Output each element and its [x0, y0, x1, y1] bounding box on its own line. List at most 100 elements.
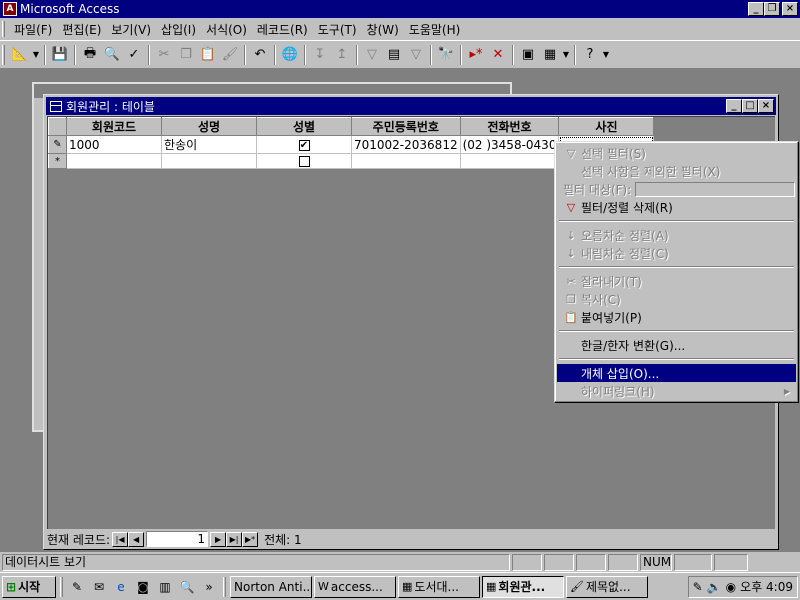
menu-edit[interactable]: 편집(E): [57, 21, 106, 38]
view-dropdown-icon[interactable]: ▼: [31, 44, 41, 66]
filter-by-selection-icon[interactable]: ▽: [361, 44, 383, 66]
menu-hyperlink[interactable]: 하이퍼링크(H) ▶: [557, 382, 796, 400]
minimize-button[interactable]: _: [748, 2, 764, 16]
find-icon[interactable]: 🔭: [435, 44, 457, 66]
task-norton[interactable]: Norton Anti...: [230, 575, 312, 598]
network-icon[interactable]: ◉: [726, 580, 736, 594]
menu-sort-ascending[interactable]: ↓ 오름차순 정렬(A): [557, 226, 796, 244]
new-object-icon[interactable]: ▦: [539, 44, 561, 66]
select-all-corner[interactable]: [48, 117, 67, 136]
insert-hyperlink-icon[interactable]: 🌐: [279, 44, 301, 66]
quicklaunch-more-icon[interactable]: »: [199, 577, 219, 597]
record-selector[interactable]: ✎: [48, 135, 67, 154]
menu-hangul-hanja-convert[interactable]: 한글/한자 변환(G)...: [557, 336, 796, 354]
table-close-button[interactable]: ×: [758, 99, 774, 113]
pen-icon[interactable]: ✎: [693, 580, 703, 594]
cell-gender[interactable]: [256, 153, 352, 169]
cell-phone[interactable]: (02 )3458-0430: [460, 135, 560, 154]
menu-insert-object[interactable]: 개체 삽입(O)...: [557, 364, 796, 382]
cut-toolbar-icon[interactable]: ✂: [153, 44, 175, 66]
delete-record-icon[interactable]: ✕: [487, 44, 509, 66]
task-book-table[interactable]: ▦ 도서대...: [398, 575, 480, 598]
view-design-icon[interactable]: 📐: [9, 44, 31, 66]
column-header[interactable]: 회원코드: [66, 117, 162, 136]
database-window-icon[interactable]: ▣: [517, 44, 539, 66]
volume-icon[interactable]: 🔈: [707, 580, 722, 594]
gender-checkbox[interactable]: [298, 156, 310, 167]
format-painter-icon[interactable]: 🖌: [219, 44, 241, 66]
quicklaunch-app-icon[interactable]: ◙: [133, 577, 153, 597]
menu-records[interactable]: 레코드(R): [252, 21, 313, 38]
apply-filter-icon[interactable]: ▽: [405, 44, 427, 66]
cell-ssn[interactable]: [351, 153, 461, 169]
quicklaunch-outlook-icon[interactable]: ✉: [89, 577, 109, 597]
menu-filter-by-selection[interactable]: ▽ 선택 필터(S): [557, 144, 796, 162]
column-header[interactable]: 전화번호: [459, 117, 560, 136]
cell-phone[interactable]: [460, 153, 560, 169]
office-assistant-icon[interactable]: ?: [579, 44, 601, 66]
menu-help[interactable]: 도움말(H): [404, 21, 466, 38]
undo-icon[interactable]: ↶: [249, 44, 271, 66]
menu-window[interactable]: 창(W): [362, 21, 404, 38]
quicklaunch-explorer-icon[interactable]: ▥: [155, 577, 175, 597]
sort-descending-toolbar-icon[interactable]: ↥: [331, 44, 353, 66]
close-button[interactable]: ×: [782, 2, 798, 16]
print-preview-icon[interactable]: 🔍: [101, 44, 123, 66]
task-access-doc[interactable]: Waccess...: [314, 575, 396, 598]
current-record-input[interactable]: 1: [146, 531, 209, 547]
menu-insert[interactable]: 삽입(I): [156, 21, 201, 38]
quicklaunch-edit-icon[interactable]: ✎: [67, 577, 87, 597]
menu-format[interactable]: 서식(O): [201, 21, 252, 38]
cell-gender[interactable]: ✔: [256, 135, 352, 154]
toolbar-grip[interactable]: [2, 44, 5, 65]
quicklaunch-ie-icon[interactable]: e: [111, 577, 131, 597]
access-app-icon[interactable]: A: [3, 2, 17, 16]
column-header[interactable]: 주민등록번호: [351, 117, 461, 136]
assistant-dropdown-icon[interactable]: ▼: [601, 44, 611, 66]
new-record-nav-button[interactable]: ▶*: [242, 531, 259, 547]
new-record-icon[interactable]: ▸*: [465, 44, 487, 66]
menu-copy[interactable]: ❐ 복사(C): [557, 290, 796, 308]
menu-view[interactable]: 보기(V): [106, 21, 156, 38]
menu-tools[interactable]: 도구(T): [313, 21, 362, 38]
menu-filter-for[interactable]: 필터 대상(F):: [557, 180, 796, 198]
menu-paste[interactable]: 📋 붙여넣기(P): [557, 308, 796, 326]
copy-toolbar-icon[interactable]: ❐: [175, 44, 197, 66]
cell-code[interactable]: 1000: [66, 135, 162, 154]
first-record-button[interactable]: |◀: [112, 531, 129, 547]
paste-toolbar-icon[interactable]: 📋: [197, 44, 219, 66]
next-record-button[interactable]: ▶: [210, 531, 227, 547]
menu-sort-descending[interactable]: ↓ 내림차순 정렬(C): [557, 244, 796, 262]
cell-code[interactable]: [66, 153, 162, 169]
menu-remove-filter-sort[interactable]: ▽ 필터/정렬 삭제(R): [557, 198, 796, 216]
table-maximize-button[interactable]: □: [742, 99, 758, 113]
column-header[interactable]: 사진: [558, 117, 655, 136]
table-minimize-button[interactable]: _: [726, 99, 742, 113]
restore-button[interactable]: ❐: [764, 2, 780, 16]
last-record-button[interactable]: ▶|: [226, 531, 243, 547]
menu-file[interactable]: 파일(F): [9, 21, 57, 38]
save-icon[interactable]: 💾: [49, 44, 71, 66]
clock[interactable]: 오후 4:09: [740, 578, 793, 595]
new-record-selector[interactable]: *: [48, 153, 67, 169]
gender-checkbox[interactable]: ✔: [298, 139, 310, 151]
menubar-grip[interactable]: [2, 21, 5, 37]
menu-cut[interactable]: ✂ 잘라내기(T): [557, 272, 796, 290]
column-header[interactable]: 성명: [161, 117, 257, 136]
filter-by-form-icon[interactable]: ▤: [383, 44, 405, 66]
task-paint[interactable]: 🖌 제목없...: [566, 575, 648, 598]
menu-filter-excluding-selection[interactable]: 선택 사항을 제외한 필터(X): [557, 162, 796, 180]
new-object-dropdown-icon[interactable]: ▼: [561, 44, 571, 66]
column-header[interactable]: 성별: [256, 117, 352, 136]
prev-record-button[interactable]: ◀: [128, 531, 145, 547]
filter-for-input[interactable]: [635, 181, 796, 197]
task-member-table[interactable]: ▦ 회원관...: [482, 575, 564, 598]
cell-ssn[interactable]: 701002-2036812: [351, 135, 461, 154]
print-icon[interactable]: 🖶: [79, 44, 101, 66]
start-button[interactable]: ⊞ 시작: [2, 575, 56, 598]
spelling-icon[interactable]: ✓: [123, 44, 145, 66]
table-icon[interactable]: [50, 100, 62, 112]
cell-name[interactable]: [161, 153, 257, 169]
quicklaunch-search-icon[interactable]: 🔍: [177, 577, 197, 597]
sort-ascending-toolbar-icon[interactable]: ↧: [309, 44, 331, 66]
